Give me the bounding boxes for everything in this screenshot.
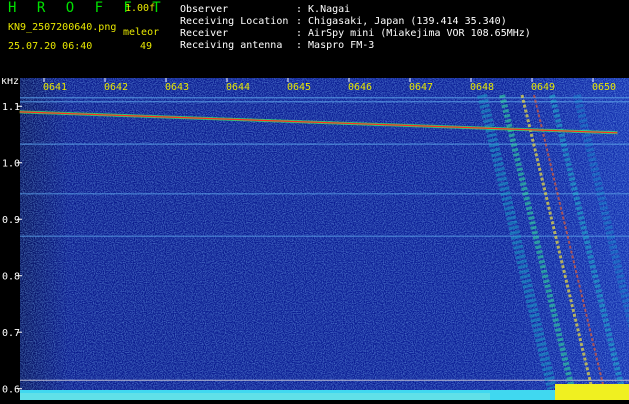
bottom-band-left <box>20 393 490 400</box>
x-tick-label: 0647 <box>409 82 433 93</box>
x-tick-label: 0645 <box>287 82 311 93</box>
spectrogram-noise <box>20 78 629 400</box>
y-unit-label: kHz <box>1 78 19 87</box>
x-tick-label: 0649 <box>531 82 555 93</box>
location-label: Receiving Location <box>180 16 289 27</box>
x-tick-label: 0646 <box>348 82 372 93</box>
x-tick-label: 0650 <box>592 82 616 93</box>
y-tick-label: 0.9 <box>2 215 20 226</box>
version-label: 1.00f <box>125 3 156 14</box>
x-tick-label: 0644 <box>226 82 250 93</box>
y-tick-label: 0.8 <box>2 272 20 283</box>
filename-label: KN9_2507200640.png <box>8 22 117 33</box>
x-tick-label: 0642 <box>104 82 128 93</box>
y-tick-label: 0.7 <box>2 328 20 339</box>
receiver-label: Receiver <box>180 28 229 39</box>
x-tick-label: 0648 <box>470 82 494 93</box>
antenna-label: Receiving antenna <box>180 40 283 51</box>
x-tick-label: 0641 <box>43 82 67 93</box>
antenna-value: : Maspro FM-3 <box>296 40 375 51</box>
receiver-value: : AirSpy mini (Miakejima VOR 108.65MHz) <box>296 28 531 39</box>
count-label: 49 <box>140 41 153 52</box>
datetime-label: 25.07.20 06:40 <box>8 41 93 52</box>
bottom-band-yellow <box>555 384 629 400</box>
observer-label: Observer <box>180 4 229 15</box>
program-label: meleor <box>123 27 160 38</box>
observer-value: : K.Nagai <box>296 4 351 15</box>
y-tick-label: 1.1 <box>2 102 20 113</box>
spectrogram-svg: 0641 0642 0643 0644 0645 0646 0647 0648 0649 0650… <box>1 76 629 400</box>
x-tick-label: 0643 <box>165 82 189 93</box>
location-value: : Chigasaki, Japan (139.414 35.340) <box>296 16 507 27</box>
y-tick-label: 0.6 <box>2 385 20 396</box>
spectrogram: 0641 0642 0643 0644 0645 0646 0647 0648 0649 0650… <box>0 76 629 400</box>
y-tick-label: 1.0 <box>2 159 20 170</box>
